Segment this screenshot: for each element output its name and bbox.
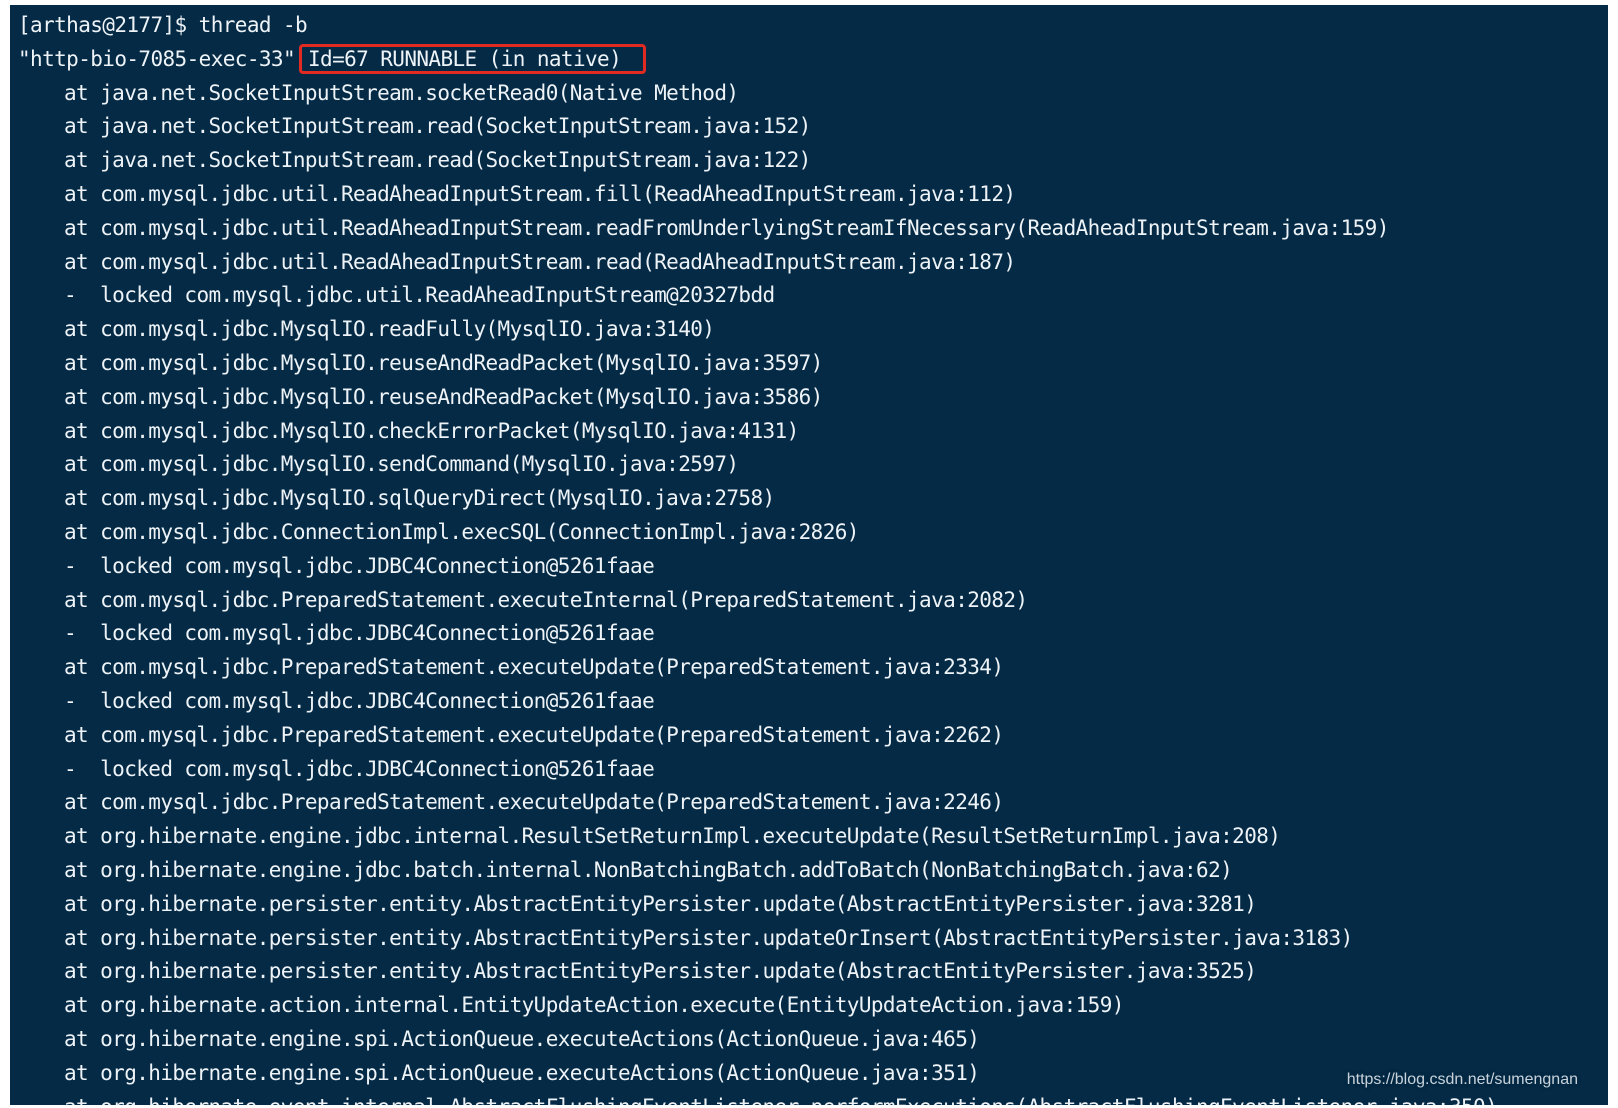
- command-prompt-line: [arthas@2177]$ thread -b: [18, 13, 308, 37]
- stack-frame-line: at java.net.SocketInputStream.read(Socke…: [64, 114, 811, 139]
- stack-frame-line: at org.hibernate.action.internal.EntityU…: [64, 993, 1124, 1018]
- stack-frame-line: at com.mysql.jdbc.MysqlIO.reuseAndReadPa…: [64, 350, 823, 375]
- locked-line: - locked com.mysql.jdbc.JDBC4Connection@…: [64, 553, 655, 578]
- locked-line: - locked com.mysql.jdbc.JDBC4Connection@…: [64, 756, 655, 781]
- thread-header-line: "http-bio-7085-exec-33" Id=67 RUNNABLE (i…: [18, 43, 1608, 77]
- stack-frame-line: at org.hibernate.engine.jdbc.batch.inter…: [64, 857, 1233, 882]
- stack-frame-line: at com.mysql.jdbc.ConnectionImpl.execSQL…: [64, 519, 859, 544]
- stack-frame-line: at com.mysql.jdbc.PreparedStatement.exec…: [64, 722, 1004, 747]
- stack-frame-line: at com.mysql.jdbc.PreparedStatement.exec…: [64, 655, 1004, 680]
- terminal-window[interactable]: [arthas@2177]$ thread -b "http-bio-7085-…: [10, 5, 1608, 1105]
- stack-frame-line: at com.mysql.jdbc.util.ReadAheadInputStr…: [64, 181, 1016, 206]
- stack-frame-line: at com.mysql.jdbc.PreparedStatement.exec…: [64, 587, 1028, 612]
- locked-line: - locked com.mysql.jdbc.util.ReadAheadIn…: [64, 283, 775, 308]
- stack-frame-line: at com.mysql.jdbc.PreparedStatement.exec…: [64, 790, 1004, 815]
- stack-frame-line: at org.hibernate.engine.jdbc.internal.Re…: [64, 824, 1281, 849]
- stack-frame-line: at com.mysql.jdbc.MysqlIO.checkErrorPack…: [64, 418, 799, 443]
- stack-frame-line: at com.mysql.jdbc.util.ReadAheadInputStr…: [64, 249, 1016, 274]
- locked-line: - locked com.mysql.jdbc.JDBC4Connection@…: [64, 688, 655, 713]
- watermark: https://blog.csdn.net/sumengnan: [1346, 1071, 1578, 1088]
- stack-frame-line: at com.mysql.jdbc.MysqlIO.sqlQueryDirect…: [64, 486, 775, 511]
- stack-frame-line: at org.hibernate.engine.spi.ActionQueue.…: [64, 1026, 980, 1051]
- thread-status-highlight: Id=67 RUNNABLE (in native): [299, 43, 647, 74]
- terminal-output: [arthas@2177]$ thread -b "http-bio-7085-…: [18, 9, 1608, 1105]
- thread-name: "http-bio-7085-exec-33": [18, 46, 296, 71]
- stack-frame-line: at org.hibernate.persister.entity.Abstra…: [64, 925, 1353, 950]
- stack-frame-line: at org.hibernate.event.internal.Abstract…: [18, 1091, 1608, 1106]
- stack-frame-line: at org.hibernate.persister.entity.Abstra…: [64, 959, 1257, 984]
- stack-frame-line: at org.hibernate.persister.entity.Abstra…: [64, 891, 1257, 916]
- stack-frame-line: at com.mysql.jdbc.util.ReadAheadInputStr…: [64, 215, 1389, 240]
- stack-frame-line: at java.net.SocketInputStream.socketRead…: [64, 80, 739, 105]
- stack-frame-line: at com.mysql.jdbc.MysqlIO.readFully(Mysq…: [64, 317, 715, 342]
- stack-frame-line: at com.mysql.jdbc.MysqlIO.reuseAndReadPa…: [64, 384, 823, 409]
- stack-frame-line: at java.net.SocketInputStream.read(Socke…: [64, 148, 811, 173]
- locked-line: - locked com.mysql.jdbc.JDBC4Connection@…: [64, 621, 655, 646]
- stack-frame-line: at com.mysql.jdbc.MysqlIO.sendCommand(My…: [64, 452, 739, 477]
- stack-trace: at java.net.SocketInputStream.socketRead…: [18, 77, 1608, 1105]
